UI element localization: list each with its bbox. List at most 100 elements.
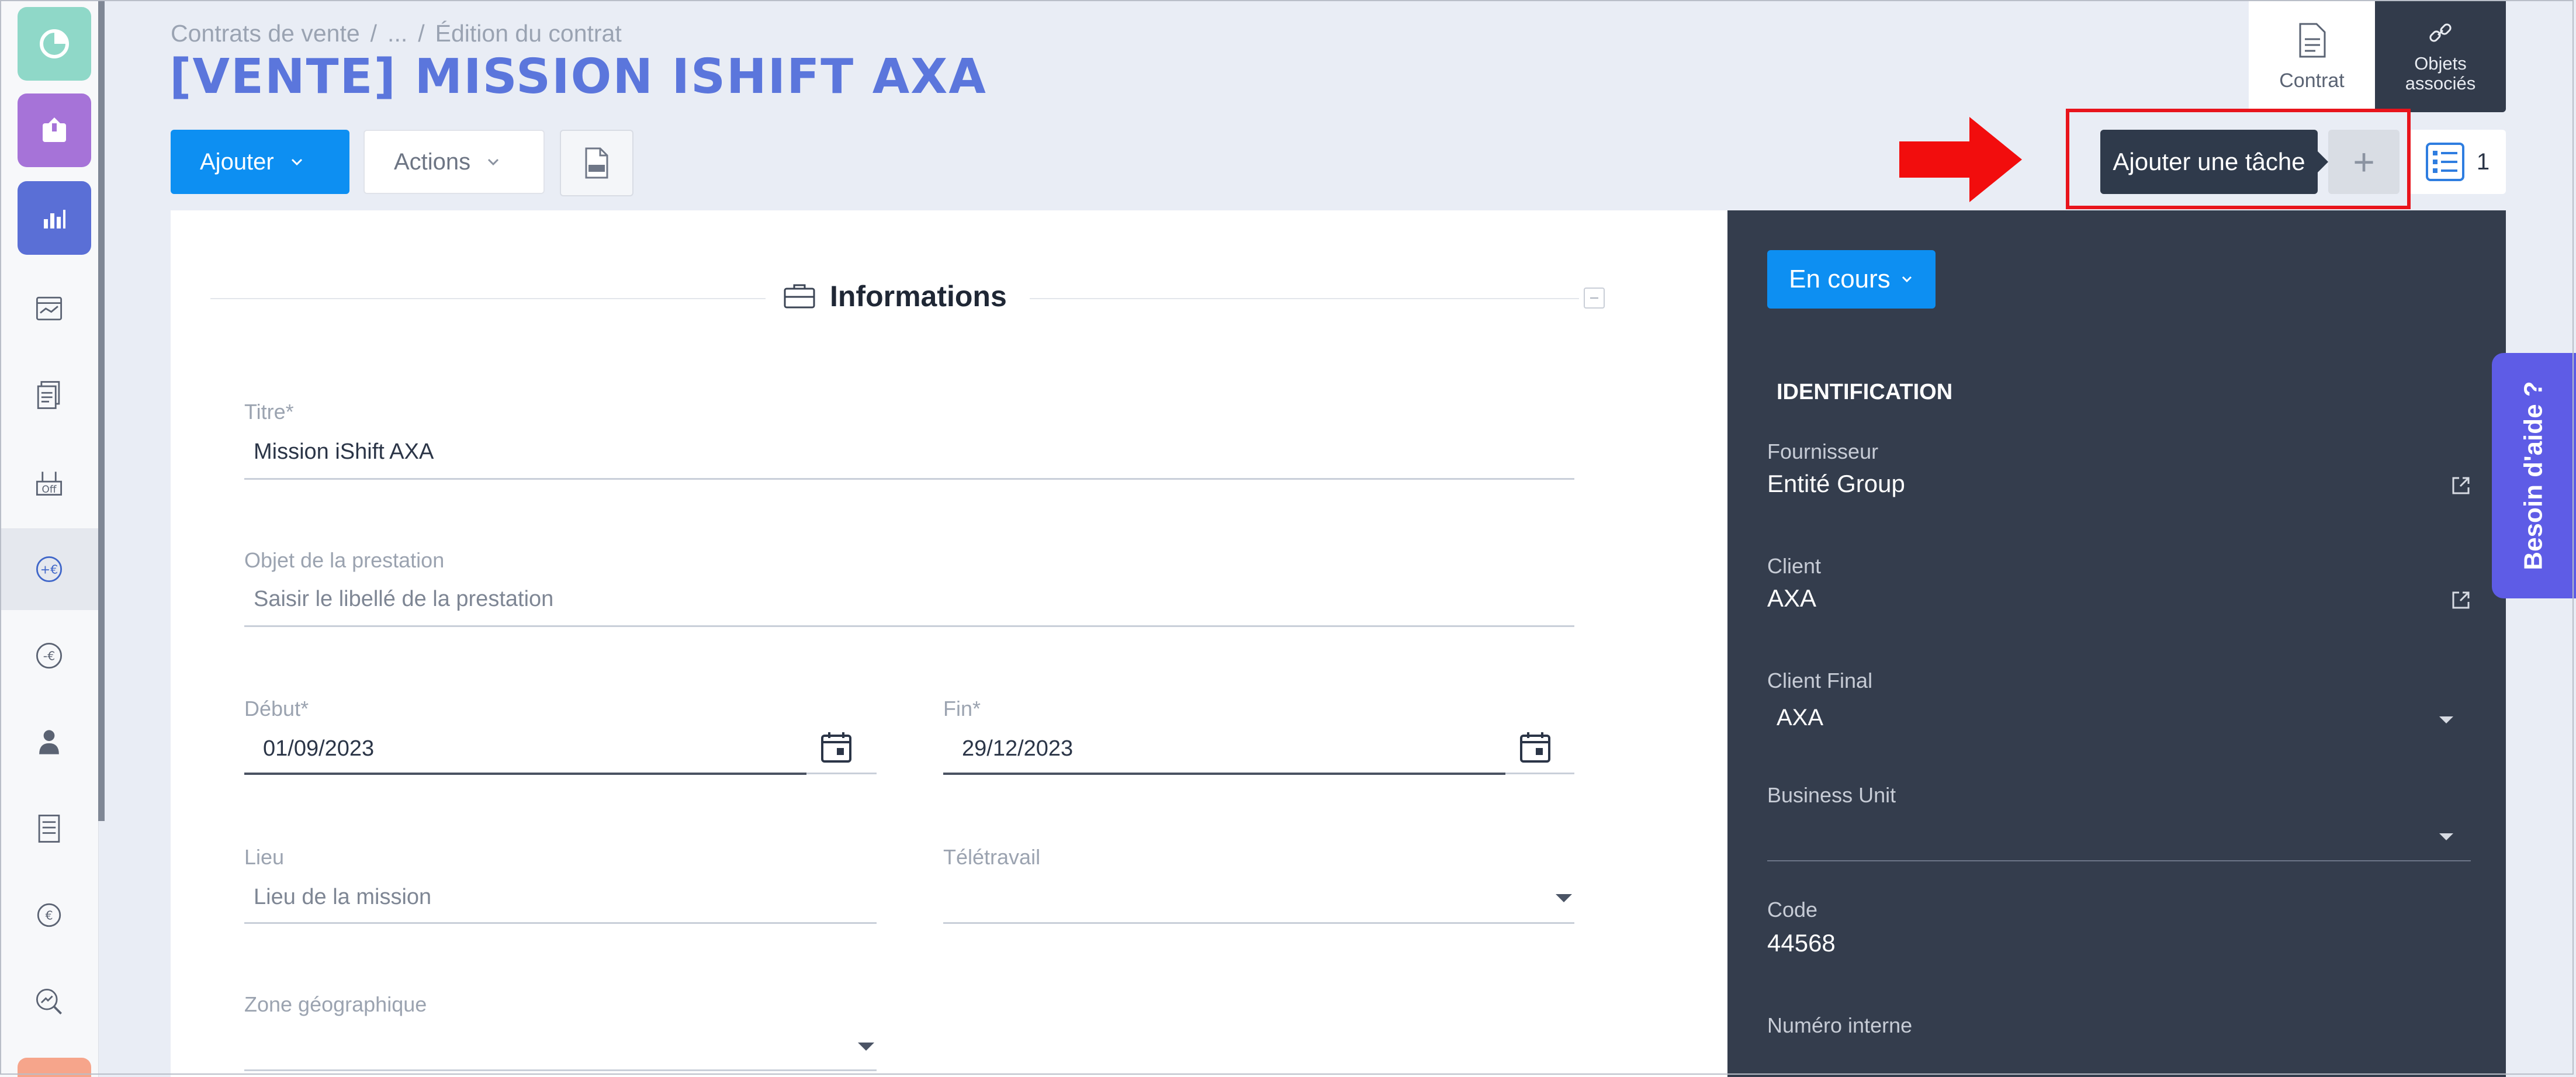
document-icon — [2299, 23, 2326, 57]
debut-label: Début* — [244, 697, 309, 721]
fin-label: Fin* — [943, 697, 981, 721]
euro-cycle-icon: € — [37, 903, 61, 927]
sidebar-analytics-button[interactable] — [18, 181, 91, 255]
docx-file-icon — [585, 147, 608, 179]
objet-input[interactable]: Saisir le libellé de la prestation — [254, 587, 553, 612]
page-title: [VENTE] MISSION ISHIFT AXA — [169, 49, 987, 105]
chevron-down-icon — [488, 158, 499, 166]
identification-panel: En cours IDENTIFICATION Fournisseur Enti… — [1727, 210, 2506, 1077]
view-tabs: Contrat Objets associés — [2249, 1, 2506, 112]
bar-chart-icon — [44, 210, 65, 228]
numero-interne-label: Numéro interne — [1767, 1013, 1913, 1037]
breadcrumb-current: Édition du contrat — [435, 20, 622, 47]
fin-underline — [943, 773, 1505, 775]
chevron-down-icon — [291, 158, 302, 166]
debut-underline-tail — [806, 773, 877, 774]
tab-contrat-label: Contrat — [2279, 69, 2345, 92]
help-label: Besoin d'aide ? — [2519, 381, 2548, 570]
calendar-chart-icon — [36, 296, 63, 321]
sidebar: Off +€ -€ € — [0, 0, 105, 1077]
breadcrumb-separator: / — [418, 20, 425, 47]
external-link-icon[interactable] — [2451, 590, 2471, 610]
breadcrumb-ellipsis[interactable]: ... — [387, 20, 407, 47]
external-link-icon[interactable] — [2451, 476, 2471, 496]
svg-text:Off: Off — [42, 483, 57, 495]
titre-input[interactable]: Mission iShift AXA — [254, 439, 434, 465]
inbox-upload-icon — [43, 117, 66, 142]
titre-label: Titre* — [244, 400, 294, 424]
ajouter-button[interactable]: Ajouter — [171, 130, 349, 194]
objet-label: Objet de la prestation — [244, 548, 445, 572]
business-unit-label: Business Unit — [1767, 783, 1896, 807]
sidebar-sales-button[interactable]: +€ — [0, 528, 98, 610]
export-docx-button[interactable] — [560, 130, 633, 196]
caret-down-icon — [2439, 833, 2453, 840]
lieu-underline — [244, 922, 877, 924]
client-final-label: Client Final — [1767, 669, 1873, 692]
client-value: AXA — [1767, 584, 1817, 612]
chevron-down-icon — [1902, 276, 1912, 283]
minus-euro-icon: -€ — [36, 642, 63, 669]
tasks-count: 1 — [2476, 148, 2490, 175]
code-label: Code — [1767, 898, 1818, 922]
sidebar-dashboard-button[interactable] — [18, 7, 91, 81]
trend-search-icon — [36, 988, 62, 1014]
debut-underline — [244, 773, 806, 775]
debut-input[interactable]: 01/09/2023 — [263, 736, 374, 761]
sidebar-purchases-button[interactable]: -€ — [0, 615, 98, 697]
tasks-list-button[interactable]: 1 — [2409, 130, 2506, 194]
status-dropdown[interactable]: En cours — [1767, 250, 1936, 309]
section-title: Informations — [783, 279, 1007, 313]
actions-button[interactable]: Actions — [363, 130, 545, 194]
fournisseur-label: Fournisseur — [1767, 439, 1879, 463]
collapse-section-button[interactable] — [1584, 288, 1605, 309]
zone-underline — [244, 1069, 877, 1071]
section-divider — [1030, 298, 1579, 299]
sidebar-people-button[interactable] — [0, 701, 98, 783]
client-label: Client — [1767, 554, 1822, 578]
caret-down-icon — [1556, 894, 1572, 902]
teletravail-select[interactable] — [943, 877, 1574, 921]
business-unit-select[interactable] — [1767, 816, 2471, 857]
highlight-annotation — [2066, 109, 2411, 209]
business-unit-underline — [1767, 860, 2471, 861]
sidebar-planning-button[interactable] — [0, 268, 98, 349]
tab-contrat[interactable]: Contrat — [2249, 1, 2375, 112]
breadcrumb: Contrats de vente /... / Édition du contrat — [171, 20, 632, 47]
fournisseur-value: Entité Group — [1767, 470, 1905, 497]
help-button[interactable]: Besoin d'aide ? — [2492, 353, 2576, 598]
sidebar-scrollbar[interactable] — [98, 0, 105, 821]
status-label: En cours — [1789, 265, 1891, 293]
sidebar-finance-button[interactable]: € — [0, 874, 98, 956]
calendar-icon[interactable] — [1518, 730, 1552, 764]
person-icon — [39, 730, 59, 754]
client-final-select[interactable]: AXA — [1767, 705, 2471, 737]
task-list-icon — [2425, 143, 2464, 181]
breadcrumb-contrats-de-vente[interactable]: Contrats de vente — [171, 20, 360, 47]
zone-select[interactable] — [244, 1025, 877, 1069]
teletravail-underline — [943, 922, 1574, 924]
zone-label: Zone géographique — [244, 992, 427, 1016]
sidebar-documents-button[interactable] — [0, 354, 98, 436]
sidebar-next-button[interactable] — [18, 1058, 91, 1077]
tab-objets-associes[interactable]: Objets associés — [2375, 1, 2506, 112]
teletravail-label: Télétravail — [943, 845, 1041, 869]
calendar-icon[interactable] — [819, 730, 853, 764]
sidebar-inbox-button[interactable] — [18, 93, 91, 167]
sidebar-reports-button[interactable] — [0, 788, 98, 870]
lieu-input[interactable]: Lieu de la mission — [254, 885, 431, 910]
sidebar-offers-button[interactable]: Off — [0, 442, 98, 524]
documents-icon — [37, 381, 60, 409]
titre-underline — [244, 478, 1574, 480]
tab-objets-label-line1: Objets — [2414, 53, 2467, 74]
sidebar-statistics-button[interactable] — [0, 961, 98, 1043]
svg-text:-€: -€ — [43, 649, 56, 663]
pie-chart-icon — [40, 29, 69, 58]
objet-underline — [244, 625, 1574, 627]
informations-form: Informations Titre* Mission iShift AXA O… — [171, 210, 1727, 1077]
link-icon — [2429, 23, 2452, 42]
fin-input[interactable]: 29/12/2023 — [962, 736, 1073, 761]
ajouter-button-label: Ajouter — [200, 148, 274, 175]
breadcrumb-separator: / — [370, 20, 378, 47]
briefcase-icon — [784, 284, 815, 309]
